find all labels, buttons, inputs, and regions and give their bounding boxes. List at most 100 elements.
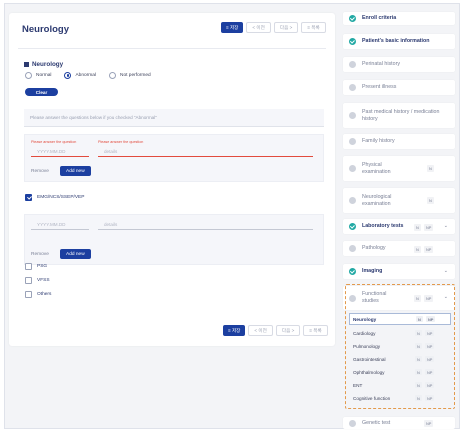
sidebar-item-label: Patient's basic information bbox=[362, 38, 430, 45]
sidebar-item-imaging[interactable]: Imaging ⌄ bbox=[343, 264, 455, 279]
checkbox-label-emg: EMG/NCS/SSEP/VEP bbox=[37, 195, 85, 200]
subitem-label: Neurology bbox=[353, 316, 377, 322]
chevron-down-icon[interactable]: ⌄ bbox=[444, 268, 448, 274]
sidebar-item-perinatal-history[interactable]: Perinatal history bbox=[343, 57, 455, 72]
main-panel: Neurology ≡ 저장 < 이전 다음 > ≡ 목록 Neurology … bbox=[9, 13, 335, 346]
sidebar-item-label: Family history bbox=[362, 138, 395, 145]
check-circle-icon bbox=[349, 223, 356, 230]
next-button[interactable]: 다음 > bbox=[273, 22, 299, 33]
subitem-ent[interactable]: ENT N NP bbox=[349, 380, 451, 390]
section-square-icon bbox=[24, 62, 29, 67]
checkbox-psg[interactable]: PSG bbox=[25, 263, 47, 270]
radio-not-performed[interactable]: Not performed bbox=[109, 72, 151, 79]
emg-date-input[interactable]: YYYY.MM.DD bbox=[31, 218, 89, 230]
save-button[interactable]: ≡ 저장 bbox=[221, 22, 244, 33]
radio-normal[interactable]: Normal bbox=[25, 72, 51, 79]
sidebar-item-enroll-criteria[interactable]: Enroll criteria bbox=[343, 12, 455, 25]
radio-selected-icon bbox=[64, 72, 72, 79]
header-divider bbox=[18, 48, 326, 49]
details-input[interactable]: details bbox=[98, 145, 313, 157]
subitem-label: Ophthalmology bbox=[353, 369, 385, 375]
sidebar-item-label: Physical examination bbox=[362, 161, 391, 175]
radio-label-normal: Normal bbox=[36, 73, 52, 78]
sidebar-item-neurological-examination[interactable]: Neurological examination N bbox=[343, 188, 455, 213]
bottom-toolbar: ≡ 저장 < 이전 다음 > ≡ 목록 bbox=[223, 325, 328, 336]
remove-button[interactable]: Remove bbox=[31, 169, 49, 174]
subitem-label: Cardiology bbox=[353, 330, 376, 336]
tag-n: N bbox=[415, 356, 422, 362]
radio-circle-icon bbox=[109, 72, 116, 79]
tag-n: N bbox=[415, 343, 422, 349]
sidebar-item-pathology[interactable]: Pathology N NP bbox=[343, 241, 455, 256]
subitem-label: Cognitive function bbox=[353, 395, 391, 401]
tag-np: NP bbox=[424, 246, 434, 253]
chevron-down-icon[interactable]: ⌄ bbox=[444, 223, 448, 229]
date-required-label: Please answer the question bbox=[31, 140, 77, 144]
subitem-cardiology[interactable]: Cardiology N NP bbox=[349, 328, 451, 338]
clear-button[interactable]: Clear bbox=[25, 88, 58, 96]
sidebar-item-label: Imaging bbox=[362, 268, 383, 275]
sidebar-item-physical-examination[interactable]: Physical examination N bbox=[343, 156, 455, 181]
subitem-neurology[interactable]: Neurology N NP bbox=[349, 313, 451, 325]
sidebar-item-label: Neurological examination bbox=[362, 193, 392, 207]
top-toolbar: ≡ 저장 < 이전 다음 > ≡ 목록 bbox=[221, 22, 326, 33]
tag-np: NP bbox=[426, 316, 436, 322]
checkbox-others[interactable]: Others bbox=[25, 291, 51, 298]
checkbox-checked-icon bbox=[25, 194, 32, 201]
checkbox-vfss[interactable]: VFSS bbox=[25, 277, 50, 284]
tag-np: NP bbox=[425, 343, 435, 349]
sidebar-item-family-history[interactable]: Family history bbox=[343, 134, 455, 149]
tag-np: NP bbox=[425, 356, 435, 362]
sidebar-item-label: Pathology bbox=[362, 245, 386, 252]
circle-icon bbox=[349, 138, 356, 145]
prev-button[interactable]: < 이전 bbox=[246, 22, 271, 33]
subitem-label: ENT bbox=[353, 382, 363, 388]
sidebar-item-past-medical-history[interactable]: Past medical history / medication histor… bbox=[343, 103, 455, 128]
tag-n: N bbox=[427, 165, 434, 172]
sidebar-item-genetic-test[interactable]: Genetic test NP bbox=[343, 417, 455, 429]
checkbox-label-psg: PSG bbox=[37, 264, 48, 269]
sidebar-item-label: Perinatal history bbox=[362, 61, 400, 68]
tag-np: NP bbox=[424, 420, 434, 427]
check-circle-icon bbox=[349, 38, 356, 45]
tag-np: NP bbox=[424, 224, 434, 231]
emg-remove-button[interactable]: Remove bbox=[31, 252, 49, 257]
tag-n: N bbox=[415, 330, 422, 336]
sidebar-item-label: Past medical history / medication histor… bbox=[362, 108, 440, 122]
next-button-bottom[interactable]: 다음 > bbox=[275, 325, 301, 336]
checkbox-emg[interactable]: EMG/NCS/SSEP/VEP bbox=[25, 194, 84, 201]
sidebar-item-laboratory-tests[interactable]: Laboratory tests N NP ⌄ bbox=[343, 219, 455, 234]
emg-details-input[interactable]: details bbox=[98, 218, 313, 230]
tag-np: NP bbox=[425, 369, 435, 375]
subitem-gastrointestinal[interactable]: Gastrointestinal N NP bbox=[349, 354, 451, 364]
emg-add-new-button[interactable]: Add new bbox=[60, 249, 91, 259]
sidebar-item-present-illness[interactable]: Present illness bbox=[343, 80, 455, 95]
circle-icon bbox=[349, 197, 356, 204]
date-input[interactable]: YYYY.MM.DD bbox=[31, 145, 89, 157]
list-button[interactable]: ≡ 목록 bbox=[301, 22, 326, 33]
sidebar-item-basic-info[interactable]: Patient's basic information bbox=[343, 34, 455, 49]
subitem-label: Gastrointestinal bbox=[353, 356, 386, 362]
circle-icon bbox=[349, 84, 356, 91]
emg-entry-panel: YYYY.MM.DD details Remove Add new bbox=[24, 214, 324, 265]
subitem-label: Pulmonology bbox=[353, 343, 381, 349]
circle-icon bbox=[349, 165, 356, 172]
checkbox-label-vfss: VFSS bbox=[37, 278, 50, 283]
list-button-bottom[interactable]: ≡ 목록 bbox=[303, 325, 328, 336]
circle-icon bbox=[349, 245, 356, 252]
save-button-bottom[interactable]: ≡ 저장 bbox=[223, 325, 246, 336]
prev-button-bottom[interactable]: < 이전 bbox=[248, 325, 273, 336]
sidebar-item-label: Laboratory tests bbox=[362, 223, 404, 230]
tag-n: N bbox=[427, 197, 434, 204]
abnormal-entry-panel: Please answer the question Please answer… bbox=[24, 134, 324, 182]
tag-n: N bbox=[416, 316, 423, 322]
tag-n: N bbox=[414, 246, 421, 253]
radio-abnormal[interactable]: Abnormal bbox=[64, 72, 96, 79]
circle-icon bbox=[349, 112, 356, 119]
sidebar-item-label: Enroll criteria bbox=[362, 15, 397, 22]
subitem-pulmonology[interactable]: Pulmonology N NP bbox=[349, 341, 451, 351]
checkbox-icon bbox=[25, 277, 32, 284]
add-new-button[interactable]: Add new bbox=[60, 166, 91, 176]
subitem-cognitive-function[interactable]: Cognitive function N NP bbox=[349, 393, 451, 403]
subitem-ophthalmology[interactable]: Ophthalmology N NP bbox=[349, 367, 451, 377]
